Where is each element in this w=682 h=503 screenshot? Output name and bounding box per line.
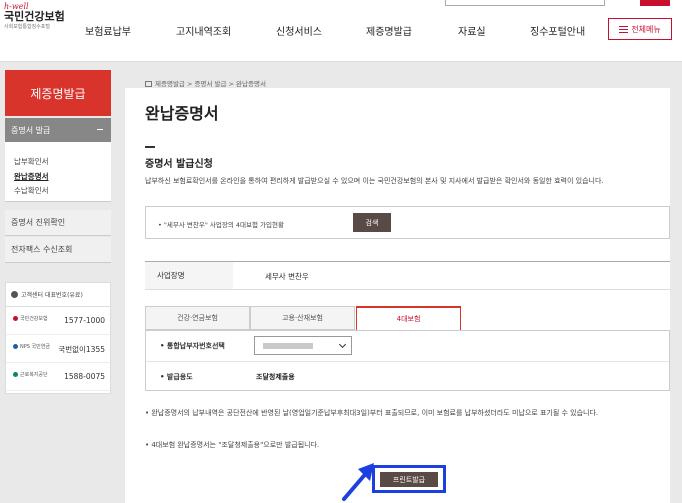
- business-name-row: 사업장명 세무사 변찬우: [145, 261, 670, 290]
- section-divider: [145, 146, 155, 148]
- print-button-highlight: 프린트발급: [372, 465, 446, 493]
- call-number: 1577-1000: [64, 316, 105, 325]
- gnb-item-certificate[interactable]: 제증명발급: [366, 23, 412, 38]
- sidebar-item-efax[interactable]: 전자팩스 수신조회: [5, 237, 111, 263]
- nps-mark-icon: [13, 344, 18, 349]
- sidebar-sub-full-payment[interactable]: 완납증명서: [14, 171, 49, 182]
- search-label: • "세무사 변찬우" 사업장의 4대보험 가입현황: [158, 221, 284, 229]
- payer-number-row: • 통합납부자번호선택: [146, 331, 669, 361]
- logo-name: 국민건강보험: [4, 10, 65, 23]
- call-org: 국민건강보험: [13, 315, 48, 322]
- notice-text-2: • 4대보험 완납증명서는 "조달청제출용"으로만 발급됩니다.: [145, 441, 320, 449]
- logo-subtitle: 사회보험통합징수포털: [4, 24, 51, 30]
- call-center-label: 고객센터 대표번호(유료): [21, 292, 83, 299]
- call-row-nhis: 국민건강보험 1577-1000: [6, 307, 110, 335]
- main-content: 완납증명서 증명서 발급신청 납부하신 보험료확인서를 온라인을 통하여 편리하…: [125, 88, 670, 503]
- business-name-value: 세무사 변찬우: [265, 272, 309, 281]
- purpose-row: • 발급용도 조달청제출용: [146, 361, 669, 391]
- sidebar-item-certificate-issue[interactable]: 증명서 발급: [5, 118, 111, 142]
- payer-number-label: • 통합납부자번호선택: [160, 342, 225, 350]
- section-title: 증명서 발급신청: [145, 159, 213, 170]
- print-issue-button[interactable]: 프린트발급: [380, 472, 438, 487]
- home-icon[interactable]: [145, 81, 152, 87]
- sidebar-sub-payment-confirm[interactable]: 납부확인서: [14, 156, 49, 167]
- all-menu-label: 전체메뉴: [631, 24, 661, 34]
- chevron-down-icon: [338, 340, 347, 349]
- purpose-value: 조달청제출용: [256, 373, 295, 381]
- breadcrumb-text: 제증명발급 > 증명서 발급 > 완납증명서: [155, 80, 266, 88]
- call-org-name: 근로복지공단: [20, 372, 48, 378]
- top-red-button[interactable]: [640, 0, 670, 6]
- gnb-item-payment[interactable]: 보험료납부: [85, 23, 131, 38]
- gnb-item-apply[interactable]: 신청서비스: [276, 23, 322, 38]
- call-org-name: 국민건강보험: [20, 316, 48, 322]
- search-button[interactable]: 검색: [353, 213, 391, 232]
- business-name-label: 사업장명: [145, 262, 233, 289]
- call-center-title: 고객센터 대표번호(유료): [6, 283, 110, 307]
- top-search-area[interactable]: [445, 0, 605, 6]
- section-description: 납부하신 보험료확인서를 온라인을 통하여 편리하게 발급받으실 수 있으며 이…: [145, 177, 604, 185]
- notice-text-1: • 완납증명서의 납부내역은 공단전산에 반영된 날(영업일기준납부후최대3일)…: [145, 409, 599, 417]
- comwel-mark-icon: [13, 372, 18, 377]
- blurred-value: [263, 343, 313, 349]
- phone-icon: [11, 291, 18, 298]
- tab-four-insurance[interactable]: 4대보험: [356, 306, 461, 330]
- call-row-nps: NPS 국민연금 국번없이1355: [6, 335, 110, 363]
- call-number: 국번없이1355: [58, 345, 105, 354]
- business-search-box: • "세무사 변찬우" 사업장의 4대보험 가입현황 검색: [145, 206, 670, 239]
- arrow-pointer-icon: [342, 463, 374, 501]
- insurance-tabs: 건강·연금보험 고용·산재보험 4대보험: [145, 306, 461, 330]
- sidebar-title: 제증명발급: [5, 70, 111, 116]
- tab-employment-accident[interactable]: 고용·산재보험: [250, 306, 355, 330]
- breadcrumb: 제증명발급 > 증명서 발급 > 완납증명서: [145, 78, 266, 88]
- page-title: 완납증명서: [145, 104, 219, 123]
- tab-panel: • 통합납부자번호선택 • 발급용도 조달청제출용: [145, 330, 670, 391]
- gnb-item-library[interactable]: 자료실: [458, 23, 486, 38]
- tab-health-pension[interactable]: 건강·연금보험: [145, 306, 250, 330]
- call-org: 근로복지공단: [13, 371, 48, 378]
- payer-number-select[interactable]: [254, 336, 352, 355]
- hamburger-icon: [619, 25, 629, 33]
- call-org: NPS 국민연금: [13, 343, 50, 350]
- sidebar-sub-receipt[interactable]: 수납확인서: [14, 185, 49, 196]
- purpose-label: • 발급용도: [160, 373, 193, 381]
- call-row-comwel: 근로복지공단 1588-0075: [6, 363, 110, 391]
- all-menu-button[interactable]: 전체메뉴: [608, 18, 672, 40]
- sidebar-item-label: 증명서 발급: [11, 125, 51, 135]
- call-center-box: 고객센터 대표번호(유료) 국민건강보험 1577-1000 NPS 국민연금 …: [5, 282, 111, 394]
- gnb-item-notice[interactable]: 고지내역조회: [176, 23, 231, 38]
- gnb-item-guide[interactable]: 징수포털안내: [530, 23, 585, 38]
- nhis-mark-icon: [13, 316, 18, 321]
- sidebar-submenu: 납부확인서 완납증명서 수납확인서: [5, 142, 111, 202]
- minus-icon: [97, 129, 103, 130]
- call-org-name: NPS 국민연금: [20, 344, 50, 350]
- call-number: 1588-0075: [64, 372, 105, 381]
- site-header: h-well 국민건강보험 사회보험통합징수포털 보험료납부 고지내역조회 신청…: [0, 0, 682, 62]
- sidebar-item-verify[interactable]: 증명서 진위확인: [5, 210, 111, 236]
- nhis-logo[interactable]: h-well 국민건강보험 사회보험통합징수포털: [4, 2, 65, 30]
